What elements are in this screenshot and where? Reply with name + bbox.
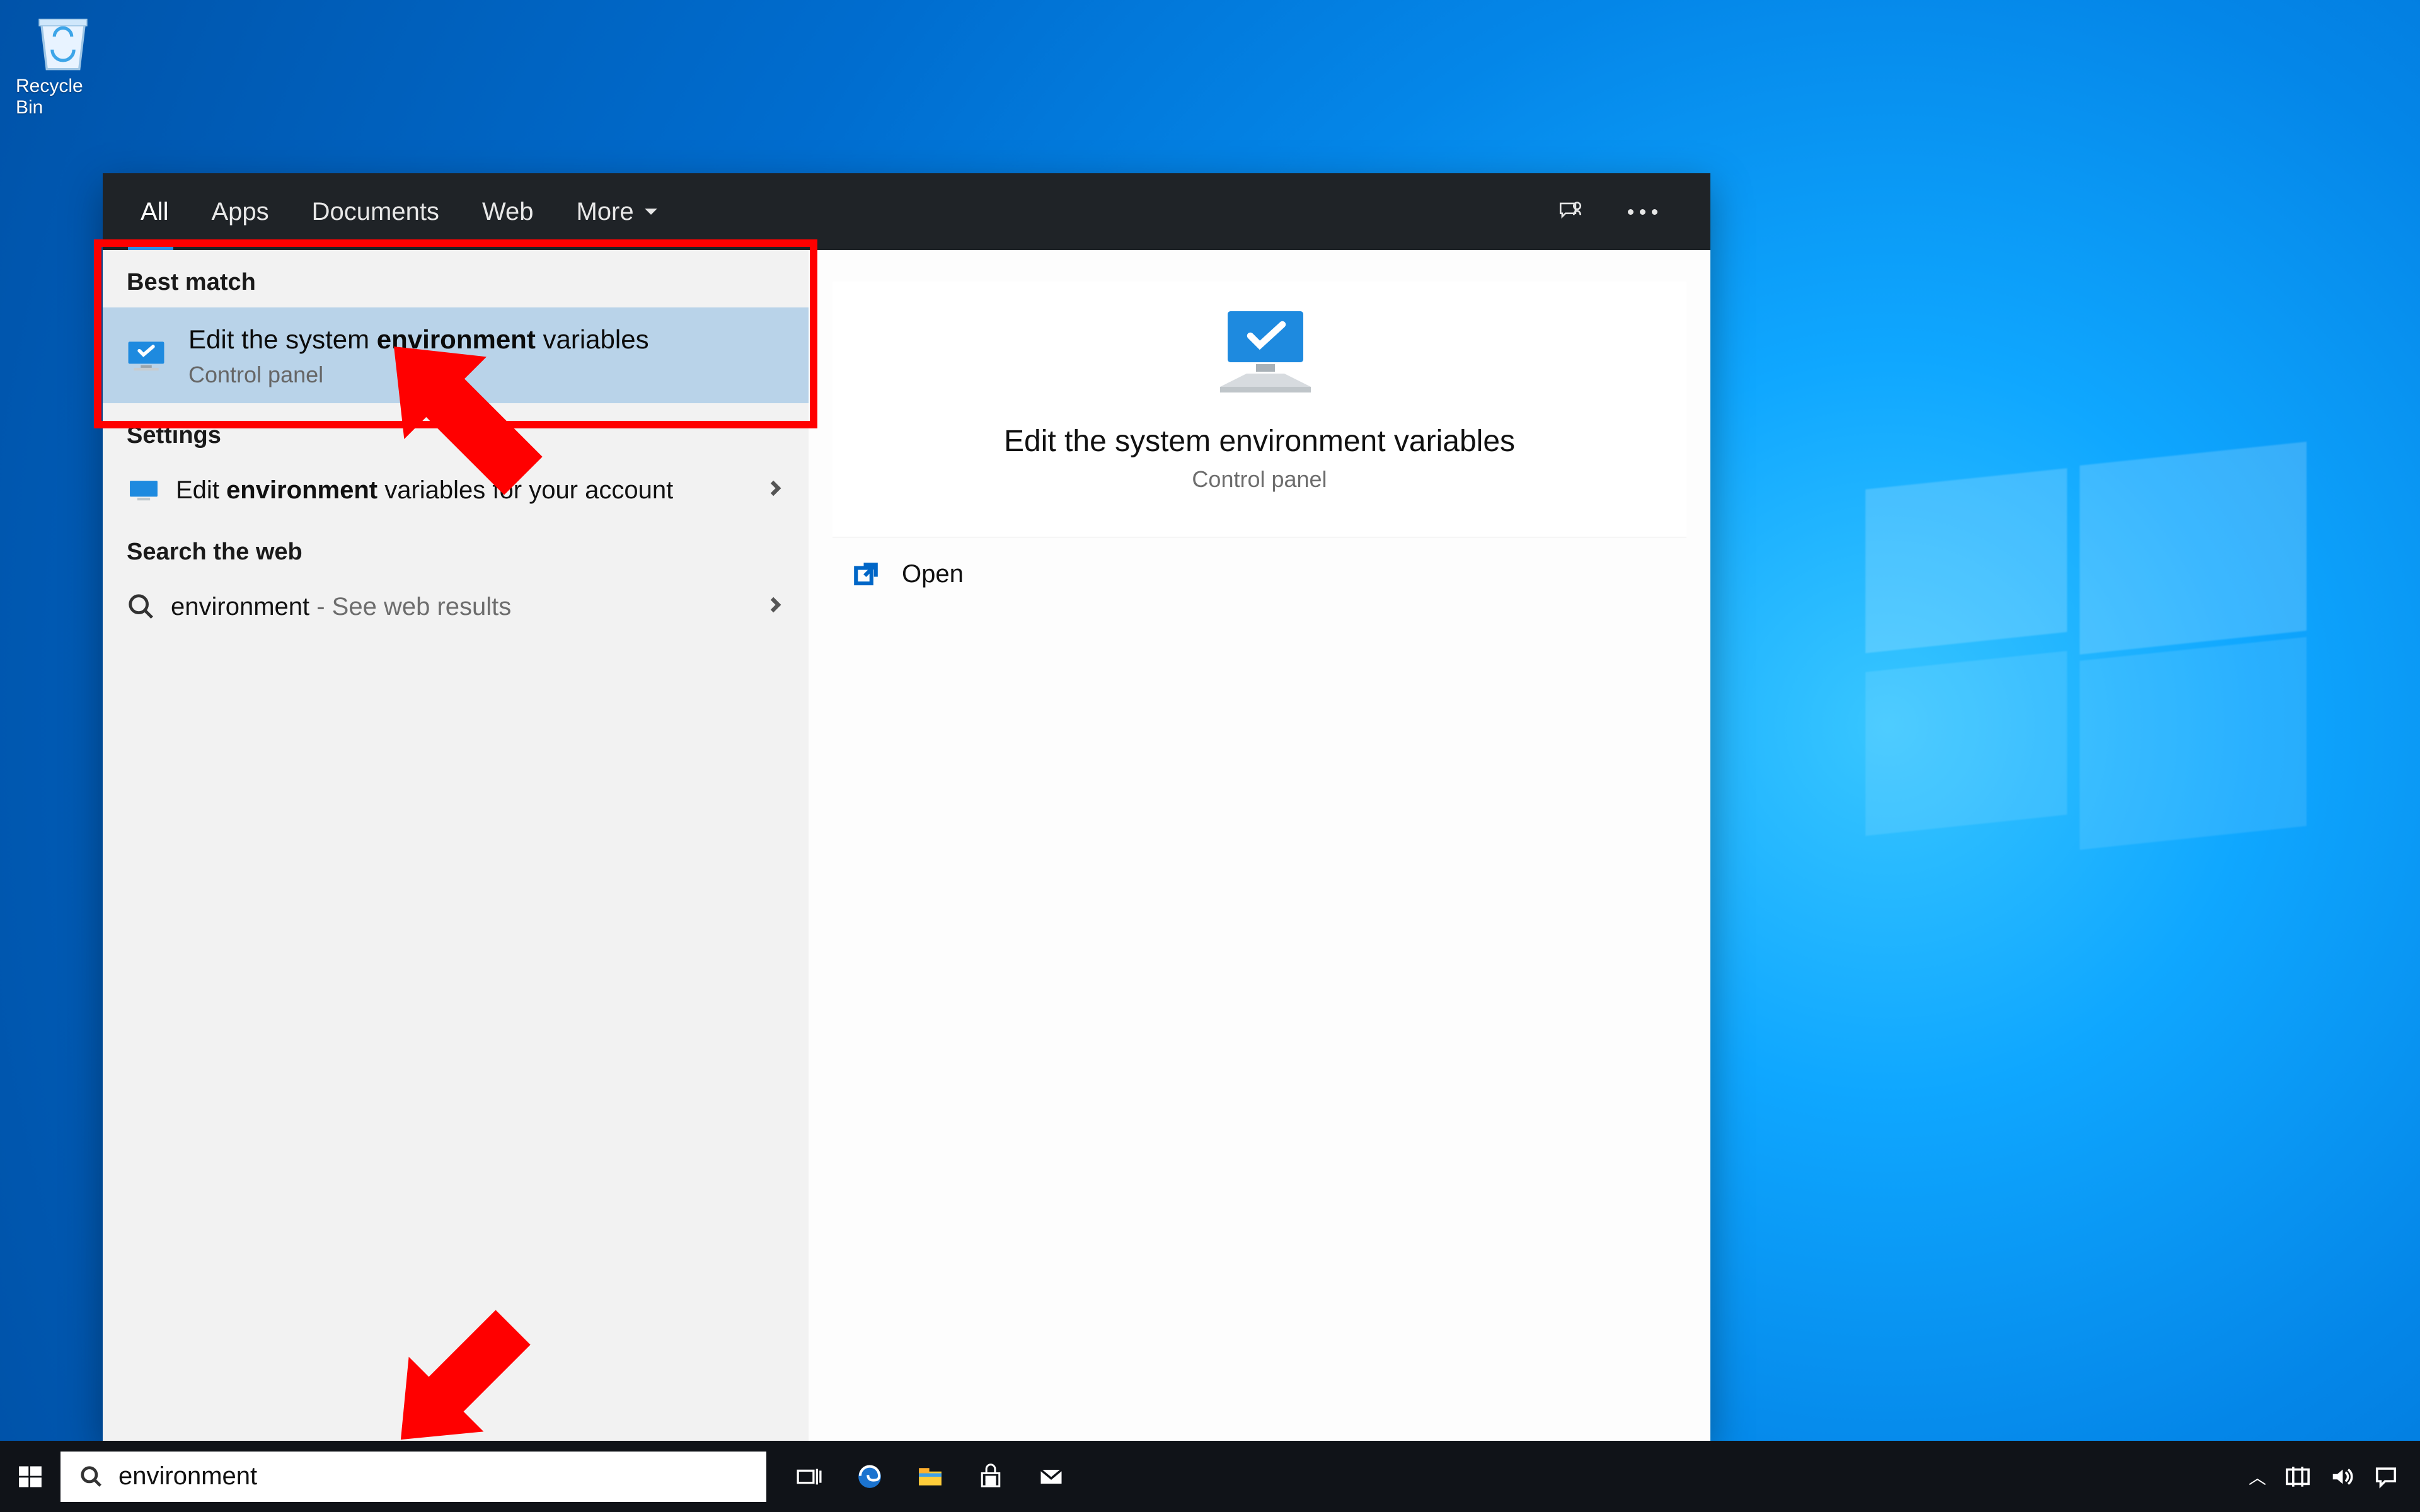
section-search-web: Search the web [103, 520, 809, 577]
preview-card: Edit the system environment variables Co… [833, 282, 1686, 537]
section-settings: Settings [103, 403, 809, 461]
taskbar-search-input[interactable] [118, 1462, 747, 1491]
file-explorer-icon [916, 1463, 944, 1491]
search-icon [79, 1465, 103, 1489]
volume-icon[interactable] [2329, 1464, 2354, 1489]
tab-web[interactable]: Web [461, 173, 555, 250]
feedback-icon[interactable] [1557, 198, 1584, 225]
open-icon [853, 561, 879, 588]
desktop-wallpaper-logo [1865, 454, 2307, 895]
preview-title: Edit the system environment variables [1004, 424, 1515, 459]
tab-documents[interactable]: Documents [291, 173, 461, 250]
search-panel-header: All Apps Documents Web More [103, 173, 1710, 250]
edge-icon [856, 1463, 884, 1491]
task-view-icon [795, 1463, 823, 1491]
tab-more-label: More [576, 198, 633, 226]
taskbar: ︿ [0, 1441, 2420, 1512]
result-title: Edit the system environment variables [188, 323, 649, 357]
input-indicator-icon[interactable] [2285, 1464, 2310, 1489]
recycle-bin-icon [28, 6, 98, 76]
result-title: environment - See web results [171, 590, 751, 624]
result-title: Edit environment variables for your acco… [176, 473, 751, 507]
desktop-icon-label: Recycle Bin [16, 76, 110, 118]
search-results-list: Best match Edit the system environment v… [103, 250, 809, 1441]
taskbar-app-mail[interactable] [1021, 1441, 1081, 1512]
result-subtitle: Control panel [188, 362, 649, 388]
start-search-panel: All Apps Documents Web More Best match [103, 173, 1710, 1441]
more-options-icon[interactable] [1628, 209, 1657, 215]
preview-subtitle: Control panel [1192, 466, 1327, 493]
store-icon [977, 1463, 1005, 1491]
result-settings-item[interactable]: Edit environment variables for your acco… [103, 461, 809, 520]
taskbar-app-store[interactable] [960, 1441, 1021, 1512]
action-center-icon[interactable] [2373, 1464, 2399, 1489]
action-open[interactable]: Open [853, 560, 1666, 588]
result-best-match[interactable]: Edit the system environment variables Co… [103, 307, 809, 403]
settings-monitor-icon [127, 478, 161, 503]
control-panel-monitor-icon [1203, 301, 1317, 401]
desktop-icon-recycle-bin[interactable]: Recycle Bin [16, 6, 110, 118]
tab-all[interactable]: All [119, 173, 190, 250]
taskbar-app-edge[interactable] [839, 1441, 900, 1512]
control-panel-monitor-icon [124, 339, 168, 372]
result-web-item[interactable]: environment - See web results [103, 577, 809, 636]
taskbar-search-box[interactable] [60, 1452, 766, 1502]
search-preview-pane: Edit the system environment variables Co… [809, 250, 1710, 1441]
action-label: Open [902, 560, 964, 588]
chevron-right-icon [766, 595, 785, 617]
mail-icon [1037, 1463, 1065, 1491]
tab-more[interactable]: More [555, 173, 680, 250]
windows-logo-icon [16, 1463, 44, 1491]
tab-apps[interactable]: Apps [190, 173, 290, 250]
start-button[interactable] [0, 1441, 60, 1512]
chevron-right-icon [766, 479, 785, 501]
chevron-down-icon [643, 203, 659, 220]
task-view-button[interactable] [779, 1441, 839, 1512]
system-tray: ︿ [2227, 1464, 2420, 1489]
tray-overflow-button[interactable]: ︿ [2249, 1464, 2266, 1489]
section-best-match: Best match [103, 250, 809, 307]
taskbar-app-explorer[interactable] [900, 1441, 960, 1512]
search-icon [127, 592, 156, 621]
